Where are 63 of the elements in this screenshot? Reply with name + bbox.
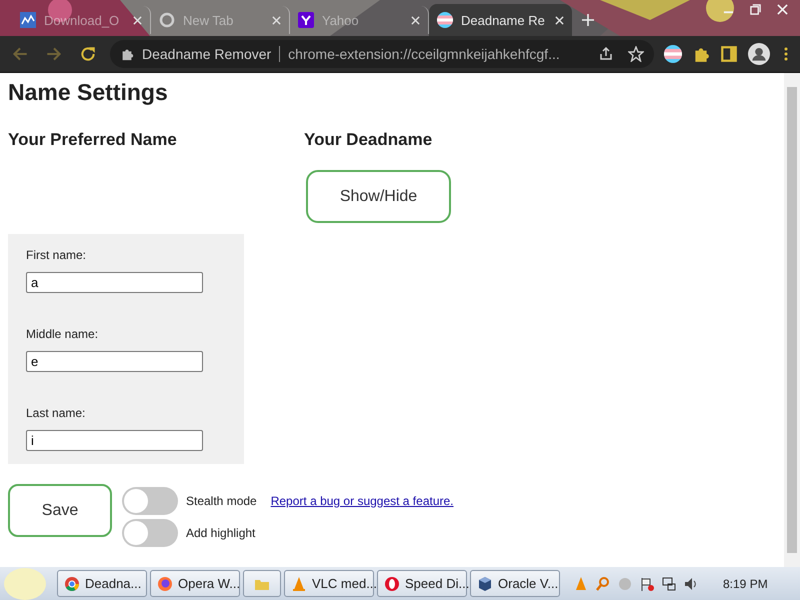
section-heading: Your Deadname <box>304 130 434 150</box>
browser-tab[interactable]: Deadname Re <box>429 4 572 36</box>
url-text: chrome-extension://cceilgmnkeijahkehfcgf... <box>288 46 561 62</box>
menu-icon[interactable] <box>784 46 788 62</box>
star-icon[interactable] <box>628 46 644 62</box>
field-label: First name: <box>26 248 88 262</box>
page-title: Name Settings <box>8 79 169 106</box>
reload-icon[interactable] <box>79 45 97 63</box>
address-bar[interactable]: Deadname Remover chrome-extension://cceilgmnkeijahkehfcgf... <box>110 40 654 68</box>
start-button[interactable] <box>4 568 46 600</box>
toggle-label: Stealth mode <box>186 494 257 508</box>
sidebar-icon[interactable] <box>720 45 738 63</box>
taskbar-label: Opera W... <box>178 576 240 591</box>
taskbar-button[interactable]: Opera W... <box>150 570 240 597</box>
magnifier-icon[interactable] <box>595 576 611 592</box>
taskbar-button[interactable]: Speed Di... <box>377 570 467 597</box>
input-field[interactable]: e <box>26 351 203 372</box>
field-label: Middle name: <box>26 327 100 341</box>
show-hide-button[interactable]: Show/Hide <box>306 170 451 223</box>
globe-icon <box>159 12 175 28</box>
firefox-icon <box>157 576 173 592</box>
taskbar-button[interactable]: Oracle V... <box>470 570 560 597</box>
clock: 8:19 PM <box>723 576 768 590</box>
tab-title: New Tab <box>183 12 234 28</box>
flag-icon[interactable] <box>664 45 682 63</box>
scrollbar[interactable] <box>784 73 800 567</box>
toggle-label: Add highlight <box>186 526 256 540</box>
field-label: Last name: <box>26 406 86 420</box>
report-link[interactable]: Report a bug or suggest a feature. <box>270 494 454 508</box>
flag-icon <box>437 12 453 28</box>
tab-title: Yahoo <box>322 12 360 28</box>
toggle-switch[interactable] <box>122 519 178 547</box>
new-tab-icon[interactable] <box>582 14 594 26</box>
close-icon[interactable] <box>133 16 142 24</box>
toggle-switch[interactable] <box>122 487 178 515</box>
opera-icon <box>384 576 400 592</box>
tab-title: Deadname Re <box>461 12 546 28</box>
taskbar-button[interactable]: VLC med... <box>284 570 374 597</box>
chart-icon <box>20 12 36 28</box>
close-icon[interactable] <box>411 16 420 24</box>
chrome-icon <box>64 576 80 592</box>
share-icon[interactable] <box>598 46 614 62</box>
profile-icon[interactable] <box>748 43 770 65</box>
speaker-icon[interactable] <box>683 576 699 592</box>
yahoo-icon <box>298 12 314 28</box>
input-field[interactable]: i <box>26 430 203 451</box>
close-icon[interactable] <box>555 16 564 24</box>
site-name: Deadname Remover <box>142 46 272 62</box>
cone-icon <box>291 576 307 592</box>
input-field[interactable]: a <box>26 272 203 293</box>
network-icon[interactable] <box>661 576 677 592</box>
restore-icon[interactable] <box>750 4 761 15</box>
section-heading: Your Preferred Name <box>8 130 178 150</box>
taskbar-label: Speed Di... <box>405 576 470 591</box>
puzzle-icon <box>120 47 134 61</box>
taskbar-label: Deadna... <box>85 576 142 591</box>
tab-title: Download_O <box>44 12 120 28</box>
taskbar-label: Oracle V... <box>498 576 558 591</box>
taskbar-button[interactable]: Deadna... <box>57 570 147 597</box>
save-button[interactable]: Save <box>8 484 112 537</box>
taskbar-button[interactable] <box>243 570 281 597</box>
cube-icon <box>477 576 493 592</box>
flag-icon[interactable] <box>639 576 655 592</box>
